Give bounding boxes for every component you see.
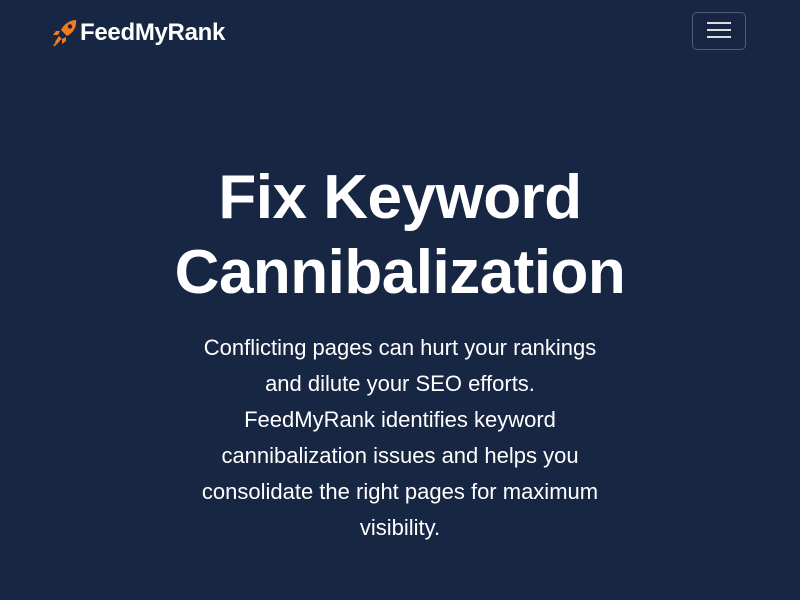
hero-title-line-2: Cannibalization	[174, 238, 626, 307]
brand-logo-link[interactable]: FeedMyRank	[52, 17, 225, 49]
navbar: FeedMyRank	[0, 0, 800, 66]
hero-title: Fix Keyword Cannibalization	[100, 160, 700, 310]
rocket-icon	[52, 19, 78, 47]
page: FeedMyRank Fix Keyword Cannibalization C…	[0, 0, 800, 600]
menu-toggle-button[interactable]	[692, 12, 746, 50]
hamburger-menu-icon	[706, 20, 732, 43]
hero-title-line-1: Fix Keyword	[218, 163, 582, 232]
brand-name: FeedMyRank	[80, 19, 226, 46]
hero-section: Fix Keyword Cannibalization Conflicting …	[0, 160, 800, 546]
hero-description: Conflicting pages can hurt your rankings…	[201, 335, 599, 540]
